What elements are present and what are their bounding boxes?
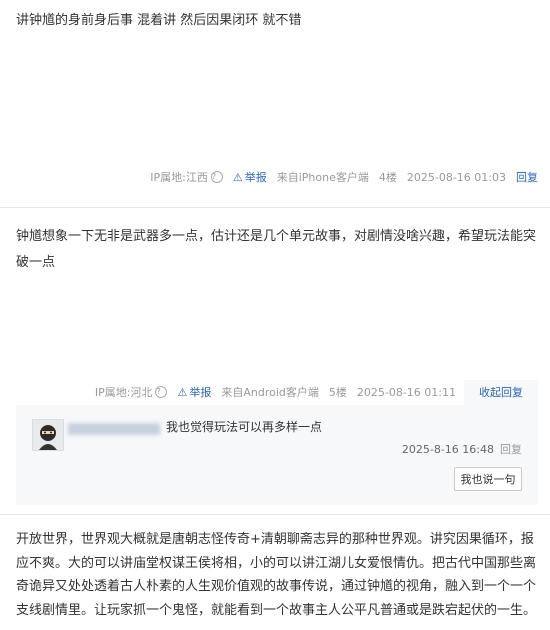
ip-location: IP属地:江西? [150,169,223,185]
sub-reply-box: 我也觉得玩法可以再多样一点 2025-8-16 16:48 回复 我也说一句 [16,405,538,505]
sub-reply-time: 2025-8-16 16:48 [401,443,494,456]
post-time: 2025-08-16 01:11 [356,385,456,399]
source-client: 来自Android客户端 [221,386,319,399]
report-link[interactable]: ⚠ 举报 [177,384,211,400]
question-circle-icon[interactable]: ? [155,386,168,398]
blurred-username[interactable] [68,423,160,435]
post-4-text: 讲钟馗的身前身后事 混着讲 然后因果闭环 就不错 [16,13,302,28]
warning-triangle-icon: ⚠ [232,170,243,184]
post-time: 2025-08-16 01:03 [406,170,506,184]
source-client: 来自iPhone客户端 [276,171,369,184]
report-link[interactable]: ⚠ 举报 [233,169,267,185]
floor-number: 5楼 [328,386,347,399]
ninja-avatar[interactable] [32,419,64,451]
post-6-text: 开放世界，世界观大概就是唐朝志怪传奇+清朝聊斋志异的那种世界观。讲究因果循环，报… [16,532,537,618]
reply-link[interactable]: 回复 [516,169,538,185]
sub-reply-meta: 2025-8-16 16:48 回复 [402,441,522,457]
warning-triangle-icon: ⚠ [177,385,188,399]
post-5-meta: IP属地:河北? ⚠ 举报 来自Android客户端 5楼 2025-08-16 … [95,382,456,402]
question-circle-icon[interactable]: ? [210,171,223,183]
post-5-text: 钟馗想象一下无非是武器多一点，估计还是几个单元故事，对剧情没啥兴趣，希望玩法能突… [16,229,537,270]
divider [0,207,550,208]
collapse-replies-tab[interactable]: 收起回复 [464,380,538,406]
say-something-button[interactable]: 我也说一句 [454,467,522,491]
divider [0,514,550,515]
sub-reply-link[interactable]: 回复 [500,443,522,456]
ip-location: IP属地:河北? [95,384,168,400]
post-4-meta: IP属地:江西? ⚠ 举报 来自iPhone客户端 4楼 2025-08-16 0… [150,167,538,187]
floor-number: 4楼 [378,171,397,184]
sub-reply-text: 我也觉得玩法可以再多样一点 [166,420,323,434]
